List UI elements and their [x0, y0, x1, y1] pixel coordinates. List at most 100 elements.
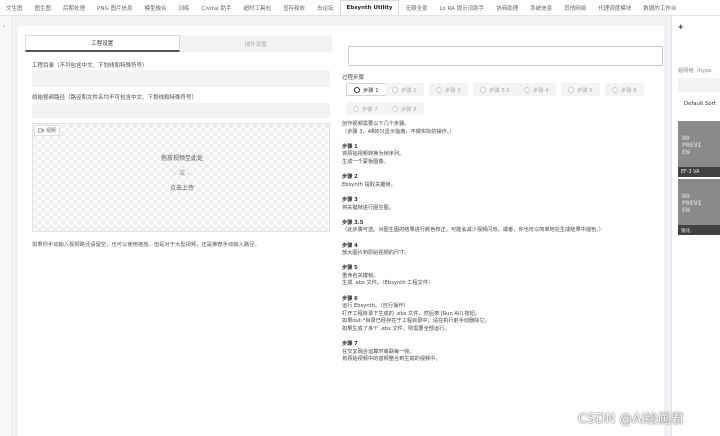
- guide-spacer: [342, 136, 662, 144]
- guide-step-heading: 步骤 5: [342, 265, 358, 272]
- step-radio-label: 步骤 7: [362, 106, 378, 113]
- tab-top-0[interactable]: 文生图: [0, 0, 29, 15]
- guide-line: 如果out-*目录已经存在于工程目录中，请在执行前手动删除它。: [342, 318, 490, 325]
- video-upload-dropzone[interactable]: 视频 拖放视频至此处 - 或 - 点击上传: [32, 123, 330, 232]
- chevron-left-icon[interactable]: ‹: [3, 23, 5, 30]
- radio-circle[interactable]: [436, 86, 442, 93]
- tab-top-1[interactable]: 图生图: [29, 0, 58, 15]
- tab-top-13[interactable]: 协商助理: [490, 0, 524, 15]
- step-radio-3[interactable]: 步骤 3: [429, 83, 468, 96]
- model-thumbnail[interactable]: NO PREVI EW 锐化: [678, 179, 720, 235]
- step-radio-label: 步骤 6: [621, 87, 637, 94]
- tab-top-9[interactable]: 去论坛: [311, 0, 340, 15]
- tab-top-6[interactable]: Civitai 助手: [196, 0, 238, 15]
- guide-step-heading: 步骤 7: [342, 341, 358, 348]
- no-preview-placeholder: NO PREVI EW: [682, 134, 702, 156]
- step-radio-label: 步骤 3: [445, 87, 461, 94]
- step-radio-label: 步骤 2: [401, 87, 417, 94]
- sort-order-label[interactable]: Default Sort: [684, 101, 716, 107]
- radio-circle[interactable]: [353, 105, 359, 112]
- radio-circle[interactable]: [612, 86, 618, 93]
- video-tag-label: 视频: [46, 128, 57, 134]
- radio-circle[interactable]: [568, 86, 574, 93]
- tab-top-15[interactable]: 其他网络: [558, 0, 592, 15]
- tab-top-2[interactable]: 后期处理: [57, 0, 91, 15]
- thumbnail-caption: EF-3 VA: [678, 167, 720, 177]
- guide-line: 放大图片到原始视频的尺寸。: [342, 250, 410, 257]
- guide-line: （步骤 3、4和6只显示指南，不做实际的操作。）: [342, 128, 455, 135]
- guide-line: 创作视频需要以下几个步骤。: [342, 121, 410, 127]
- step-radio-9[interactable]: 步骤 8: [385, 102, 424, 115]
- step-radio-label: 步骤 1: [363, 87, 379, 94]
- step-radio-label: 步骤 5: [577, 87, 593, 94]
- tab-plugin-settings[interactable]: 插件设置: [180, 35, 333, 52]
- tab-top-12[interactable]: Lo RA 提示词助手: [433, 0, 490, 15]
- thumbnail-caption: 锐化: [678, 225, 720, 235]
- tab-top-10[interactable]: Ebsynth Utility: [339, 0, 400, 15]
- guide-line: 将关键帧进行图生图。: [342, 204, 394, 211]
- tab-top-7[interactable]: 超时工具包: [238, 0, 278, 15]
- click-upload-text[interactable]: 点击上传: [33, 183, 331, 192]
- tab-top-17[interactable]: 数据的工作台: [637, 0, 682, 15]
- radio-circle[interactable]: [354, 86, 360, 93]
- step-guide-text: 创作视频需要以下几个步骤。 （步骤 3、4和6只显示指南，不做实际的操作。） 步骤 …: [342, 121, 662, 364]
- left-edge-panel: ‹: [0, 16, 12, 436]
- settings-tabs: 工程设置 插件设置: [25, 35, 332, 52]
- guide-line: Ebsynth 提取关键帧。: [342, 181, 396, 188]
- tab-top-16[interactable]: 代理调度模块: [592, 0, 637, 15]
- guide-line: （此步骤可选。对图生图的结果进行颜色校正，可能会减少视频闪烁。或者，你也可以简单…: [342, 227, 604, 234]
- tab-top-11[interactable]: 无限全景: [399, 0, 433, 15]
- guide-line: 生成 .ebs 文件。（Ebsynth 工程文件）: [342, 280, 434, 287]
- step-radio-label: 步骤 8: [401, 106, 417, 113]
- step-radio-5[interactable]: 步骤 4: [517, 83, 556, 96]
- guide-line: 运行 Ebsynth。（自行操作）: [342, 303, 409, 310]
- project-dir-input[interactable]: [32, 70, 330, 87]
- right-side-column: ✚ 超网络（hype Default Sort NO PREVI EW EF-3 V…: [671, 16, 720, 436]
- step-radio-4[interactable]: 步骤 3.5: [473, 83, 517, 96]
- no-preview-placeholder: NO PREVI EW: [682, 192, 702, 214]
- step-radio-1[interactable]: 步骤 1: [346, 83, 387, 96]
- guide-line: 如果生成了多个 .ebs 文件，则需要全部运行。: [342, 326, 450, 333]
- step-radio-label: 步骤 3.5: [489, 87, 510, 94]
- radio-circle[interactable]: [480, 86, 486, 93]
- guide-spacer: [342, 212, 662, 220]
- step-radio-7[interactable]: 步骤 6: [605, 83, 644, 96]
- or-separator-text: - 或 -: [174, 170, 190, 177]
- hypernetwork-label: 超网络（hype: [678, 68, 712, 74]
- step-radio-8[interactable]: 步骤 7: [346, 102, 385, 115]
- radio-circle[interactable]: [392, 105, 398, 112]
- guide-spacer: [342, 189, 662, 197]
- step-radio-6[interactable]: 步骤 5: [561, 83, 600, 96]
- sort-select-box[interactable]: [678, 78, 720, 92]
- project-dir-label: 工程目录（不可包含中文、下划线和特殊符号）: [32, 63, 148, 69]
- guide-step-heading: 步骤 3: [342, 196, 358, 203]
- tab-top-14[interactable]: 系统信息: [524, 0, 558, 15]
- upload-note: 如果你手动输入视频路径请留空，也可以使用拖放。但是对于大型视频，还是推荐手动输入…: [32, 242, 260, 248]
- step-radio-label: 步骤 4: [533, 87, 549, 94]
- radio-circle[interactable]: [524, 86, 530, 93]
- video-path-label: 原始视频路径（路径和文件名均不可包含中文、下划线和特殊符号）: [32, 95, 198, 101]
- guide-step-heading: 步骤 4: [342, 242, 358, 249]
- guide-spacer: [342, 235, 662, 243]
- tab-top-8[interactable]: 显存释放: [277, 0, 311, 15]
- output-textbox[interactable]: [348, 46, 663, 66]
- tab-project-settings[interactable]: 工程设置: [25, 35, 180, 52]
- watermark-text: CSDN @AI绘画君: [578, 412, 684, 427]
- video-label-tag: 视频: [34, 125, 61, 136]
- model-thumbnail[interactable]: NO PREVI EW EF-3 VA: [678, 121, 720, 177]
- tab-top-4[interactable]: 模型融合: [139, 0, 173, 15]
- tab-top-5[interactable]: 训练: [173, 0, 196, 15]
- top-nav-tabs: 文生图 图生图 后期处理 PNG 图片信息 模型融合 训练 Civitai 助手 超时工具包显…: [0, 0, 720, 16]
- guide-line: 将原始视频转换为帧序列。: [342, 151, 405, 158]
- guide-line: 生成一个蒙板图像。: [342, 158, 389, 165]
- video-icon: [38, 128, 44, 133]
- guide-line: 将原始视频中的音频整合到生成的视频中。: [342, 356, 441, 363]
- drop-here-text: 拖放视频至此处: [160, 155, 203, 162]
- video-path-input[interactable]: [32, 103, 330, 118]
- guide-spacer: [342, 258, 662, 266]
- guide-spacer: [342, 167, 662, 175]
- tab-top-3[interactable]: PNG 图片信息: [91, 0, 138, 15]
- step-radio-2[interactable]: 步骤 2: [385, 83, 424, 96]
- radio-circle[interactable]: [392, 86, 398, 93]
- add-icon[interactable]: ✚: [672, 20, 720, 34]
